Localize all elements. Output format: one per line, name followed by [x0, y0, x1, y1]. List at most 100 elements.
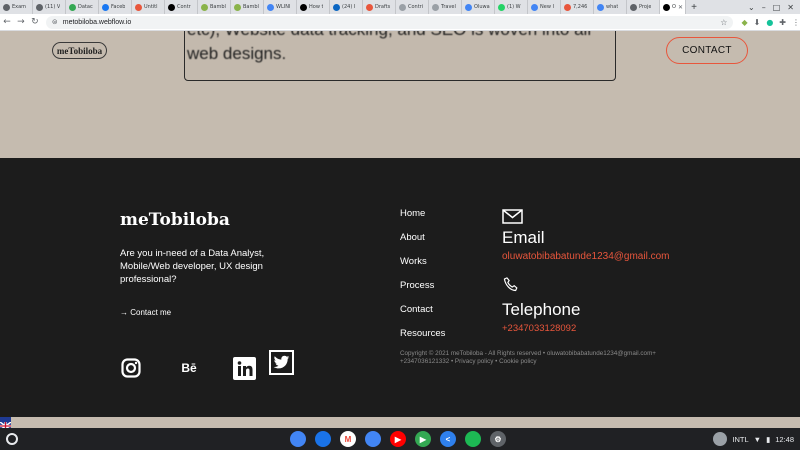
youtube-icon[interactable]: ▶ — [390, 431, 406, 447]
browser-tab[interactable]: Exam — [0, 0, 33, 14]
footer-nav-process[interactable]: Process — [400, 280, 445, 304]
grammarly-icon[interactable]: ● — [766, 18, 773, 27]
site-footer: meTobiloba Are you in-need of a Data Ana… — [0, 158, 800, 417]
services-card: etc), Website data tracking, and SEO is … — [184, 31, 616, 81]
footer-nav-contact[interactable]: Contact — [400, 304, 445, 328]
os-shelf: M ▶ ▶ < ⚙ INTL ▼ ▮ 12:48 — [0, 428, 800, 450]
copyright-text: Copyright © 2021 meTobiloba - All Rights… — [400, 350, 656, 365]
browser-tab[interactable]: (1) W — [495, 0, 528, 14]
files-icon[interactable] — [315, 431, 331, 447]
browser-tab[interactable]: Contri — [396, 0, 429, 14]
tab-search-icon[interactable]: ⌄ — [748, 3, 755, 12]
battery-icon: ▮ — [766, 434, 771, 444]
shelf-apps: M ▶ ▶ < ⚙ — [290, 431, 506, 447]
tab-favicon-icon — [3, 3, 10, 11]
linkedin-icon[interactable] — [233, 357, 256, 380]
tab-favicon-icon — [234, 3, 241, 11]
settings-icon[interactable]: ⚙ — [490, 431, 506, 447]
status-tray[interactable]: INTL ▼ ▮ 12:48 — [713, 431, 794, 447]
gmail-icon[interactable]: M — [340, 431, 356, 447]
browser-tab[interactable]: Proje — [627, 0, 660, 14]
browser-tab[interactable]: Faceb — [99, 0, 132, 14]
account-avatar[interactable] — [713, 432, 728, 446]
browser-tab[interactable]: (24) I — [330, 0, 363, 14]
play-store-icon[interactable]: ▶ — [415, 431, 431, 447]
site-info-icon[interactable]: ⊜ — [52, 18, 58, 26]
mail-icon — [502, 209, 523, 224]
browser-tab[interactable]: Bambl — [198, 0, 231, 14]
email-link[interactable]: oluwatobibabatunde1234@gmail.com — [502, 251, 670, 262]
url-input[interactable]: ⊜ metobiloba.webflow.io ☆ — [45, 15, 734, 29]
tab-title: (24) I — [342, 4, 356, 10]
behance-icon[interactable]: Bē — [180, 359, 198, 377]
close-tab-icon[interactable]: ✕ — [678, 4, 683, 11]
extension-icon[interactable]: ◆ — [741, 18, 747, 27]
footer-brand[interactable]: meTobiloba — [120, 210, 230, 230]
contact-button[interactable]: CONTACT — [666, 37, 748, 64]
browser-tab[interactable]: Oluwa — [462, 0, 495, 14]
tab-title: Oluwa — [474, 4, 490, 10]
browser-tab[interactable]: How t — [297, 0, 330, 14]
tab-favicon-icon — [69, 3, 76, 11]
browser-tab[interactable]: (11) V — [33, 0, 66, 14]
email-heading: Email — [502, 228, 545, 247]
browser-tab[interactable]: New I — [528, 0, 561, 14]
browser-tab[interactable]: what — [594, 0, 627, 14]
spotify-icon[interactable] — [465, 431, 481, 447]
tab-favicon-icon — [36, 3, 43, 11]
hero-section: etc), Website data tracking, and SEO is … — [0, 31, 800, 158]
tab-title: Drafts — [375, 4, 391, 10]
forward-icon[interactable]: → — [14, 17, 28, 27]
clock[interactable]: 12:48 — [775, 435, 794, 444]
footer-nav-resources[interactable]: Resources — [400, 328, 445, 352]
footer-nav-home[interactable]: Home — [400, 208, 445, 232]
page-bottom-strip — [0, 417, 800, 428]
address-bar: ← → ↻ ⊜ metobiloba.webflow.io ☆ ◆ ⬇ ● ✚ … — [0, 14, 800, 31]
contact-me-link[interactable]: → Contact me — [120, 308, 171, 317]
nav-logo[interactable]: meTobiloba — [52, 42, 107, 59]
tab-favicon-icon — [465, 3, 472, 11]
phone-icon — [502, 276, 520, 294]
tab-favicon-icon — [300, 3, 307, 11]
tab-favicon-icon — [201, 3, 208, 11]
browser-tab[interactable]: Bambl — [231, 0, 264, 14]
tab-favicon-icon — [399, 3, 406, 11]
tab-favicon-icon — [333, 3, 340, 11]
back-icon[interactable]: ← — [0, 17, 14, 27]
reload-icon[interactable]: ↻ — [28, 17, 42, 27]
tab-favicon-icon — [432, 3, 439, 11]
close-window-icon[interactable]: ✕ — [787, 3, 794, 12]
footer-nav-about[interactable]: About — [400, 232, 445, 256]
twitter-icon[interactable] — [269, 350, 294, 375]
browser-tab[interactable]: Datac — [66, 0, 99, 14]
language-flag-icon[interactable] — [0, 417, 12, 431]
bookmark-star-icon[interactable]: ☆ — [720, 18, 727, 27]
telephone-link[interactable]: +2347033128092 — [502, 323, 576, 334]
browser-tab[interactable]: Ol✕ — [660, 0, 686, 14]
maximize-icon[interactable]: □ — [773, 3, 781, 12]
browser-tab[interactable]: Drafts — [363, 0, 396, 14]
instagram-icon[interactable] — [120, 357, 142, 379]
footer-nav: Home About Works Process Contact Resourc… — [400, 208, 445, 352]
browser-tab[interactable]: Contr — [165, 0, 198, 14]
tab-favicon-icon — [663, 3, 670, 11]
puzzle-extensions-icon[interactable]: ✚ — [779, 18, 786, 27]
footer-nav-works[interactable]: Works — [400, 256, 445, 280]
browser-tab[interactable]: 7,246 — [561, 0, 594, 14]
new-tab-button[interactable]: + — [686, 2, 702, 13]
minimize-icon[interactable]: – — [762, 3, 766, 12]
chrome-icon[interactable] — [290, 431, 306, 447]
browser-tab[interactable]: Travel — [429, 0, 462, 14]
browser-tab[interactable]: Untitl — [132, 0, 165, 14]
tab-favicon-icon — [531, 3, 538, 11]
tab-title: (11) V — [45, 4, 61, 10]
chrome-menu-icon[interactable]: ⋮ — [792, 18, 800, 27]
launcher-icon[interactable] — [6, 433, 18, 445]
vscode-icon[interactable]: < — [440, 431, 456, 447]
docs-icon[interactable] — [365, 431, 381, 447]
locale-indicator[interactable]: INTL — [732, 435, 748, 444]
tab-title: WLINI — [276, 4, 291, 10]
download-icon[interactable]: ⬇ — [754, 18, 761, 27]
browser-tab[interactable]: WLINI — [264, 0, 297, 14]
tab-favicon-icon — [630, 3, 637, 11]
